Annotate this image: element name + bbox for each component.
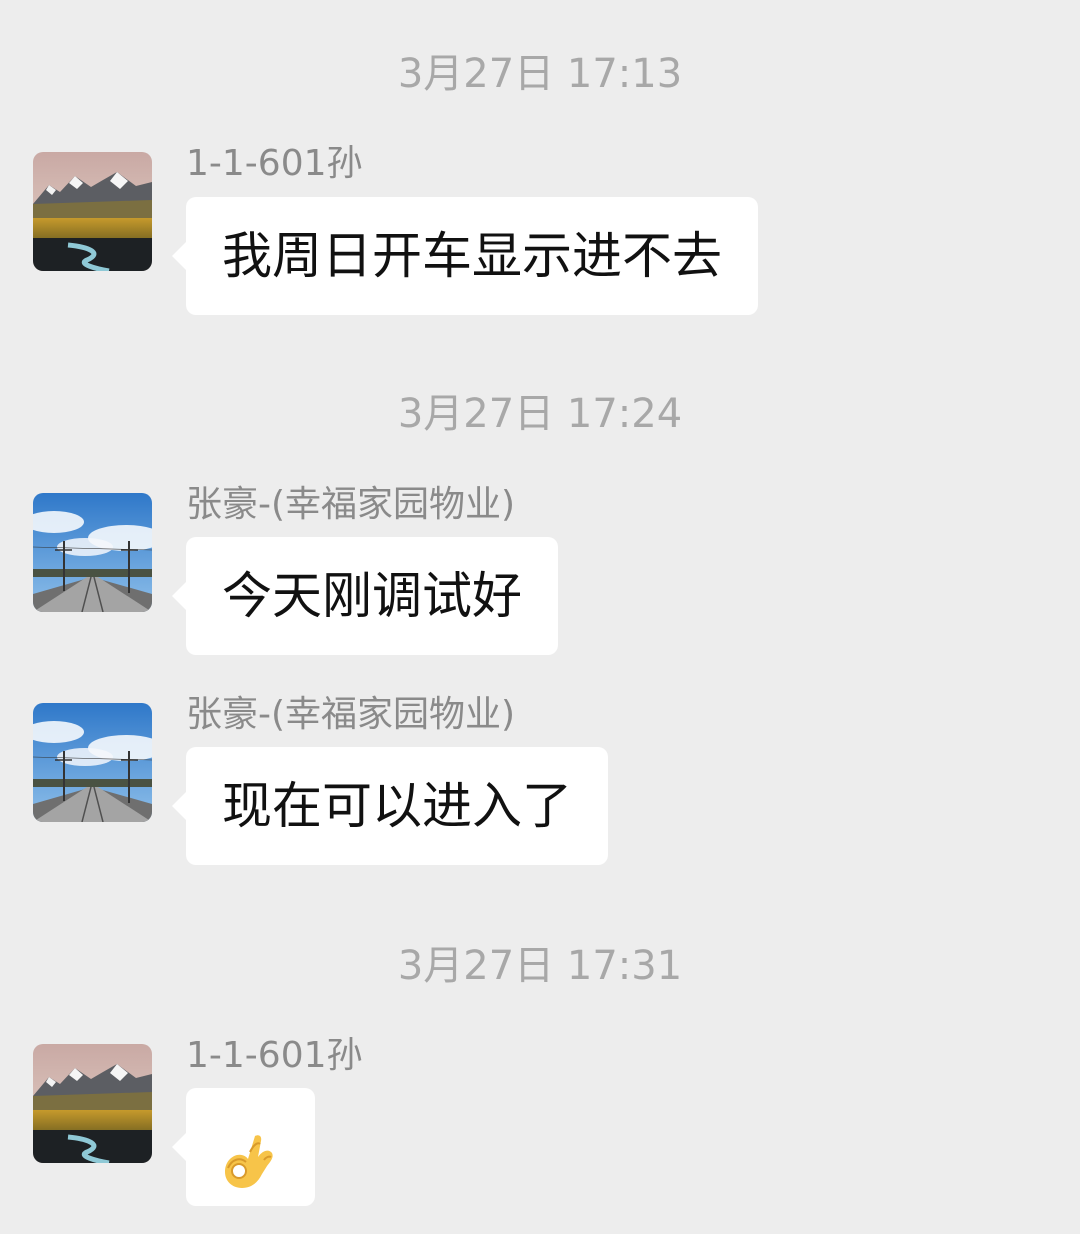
message-bubble[interactable] [172,1088,315,1206]
sender-name: 张豪-(幸福家园物业) [186,484,516,525]
timestamp: 3月27日 17:24 [397,391,683,437]
mountain-landscape-avatar-icon[interactable] [33,1044,152,1163]
railway-sky-avatar-icon[interactable] [33,703,152,822]
timestamp: 3月27日 17:31 [397,943,683,989]
timestamp: 3月27日 17:13 [397,51,683,97]
sender-name: 1-1-601孙 [186,143,363,184]
message-bubble[interactable]: 现在可以进入了 [172,747,608,865]
mountain-landscape-avatar-icon[interactable] [33,152,152,271]
message-bubble[interactable]: 今天刚调试好 [172,537,558,655]
ok-hand-emoji-icon [220,1116,282,1234]
sender-name: 1-1-601孙 [186,1035,363,1076]
railway-sky-avatar-icon[interactable] [33,493,152,612]
message-bubble[interactable]: 我周日开车显示进不去 [172,197,758,315]
sender-name: 张豪-(幸福家园物业) [186,694,516,735]
